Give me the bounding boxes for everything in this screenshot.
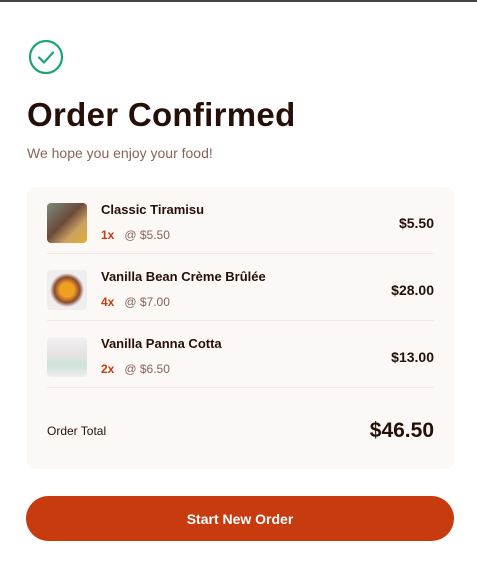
order-total: Order Total $46.50 — [47, 396, 434, 466]
order-total-label: Order Total — [47, 424, 107, 438]
item-unit-price: @ $6.50 — [124, 362, 170, 376]
order-item: Classic Tiramisu 1x @ $5.50 $5.50 — [47, 187, 434, 254]
start-new-order-button[interactable]: Start New Order — [26, 496, 454, 541]
order-total-value: $46.50 — [369, 419, 434, 442]
item-total: $13.00 — [391, 349, 434, 365]
item-name: Vanilla Bean Crème Brûlée — [101, 269, 266, 284]
item-unit-price: @ $7.00 — [124, 295, 170, 309]
item-qty: 2x — [101, 362, 115, 376]
page-title: Order Confirmed — [27, 96, 296, 133]
item-thumbnail — [47, 203, 87, 243]
item-qty: 4x — [101, 295, 115, 309]
item-thumbnail — [47, 270, 87, 310]
item-qty: 1x — [101, 228, 115, 242]
order-item: Vanilla Panna Cotta 2x @ $6.50 $13.00 — [47, 321, 434, 388]
item-unit-price: @ $5.50 — [124, 228, 170, 242]
item-total: $5.50 — [398, 215, 434, 231]
order-summary: Classic Tiramisu 1x @ $5.50 $5.50 Vanilla … — [27, 187, 454, 469]
item-thumbnail — [47, 337, 87, 377]
check-circle-icon — [28, 39, 64, 75]
item-name: Classic Tiramisu — [101, 202, 205, 217]
subtitle: We hope you enjoy your food! — [27, 145, 213, 161]
order-item: Vanilla Bean Crème Brûlée 4x @ $7.00 $28.0… — [47, 254, 434, 321]
item-name: Vanilla Panna Cotta — [101, 336, 222, 351]
item-total: $28.00 — [391, 282, 434, 298]
